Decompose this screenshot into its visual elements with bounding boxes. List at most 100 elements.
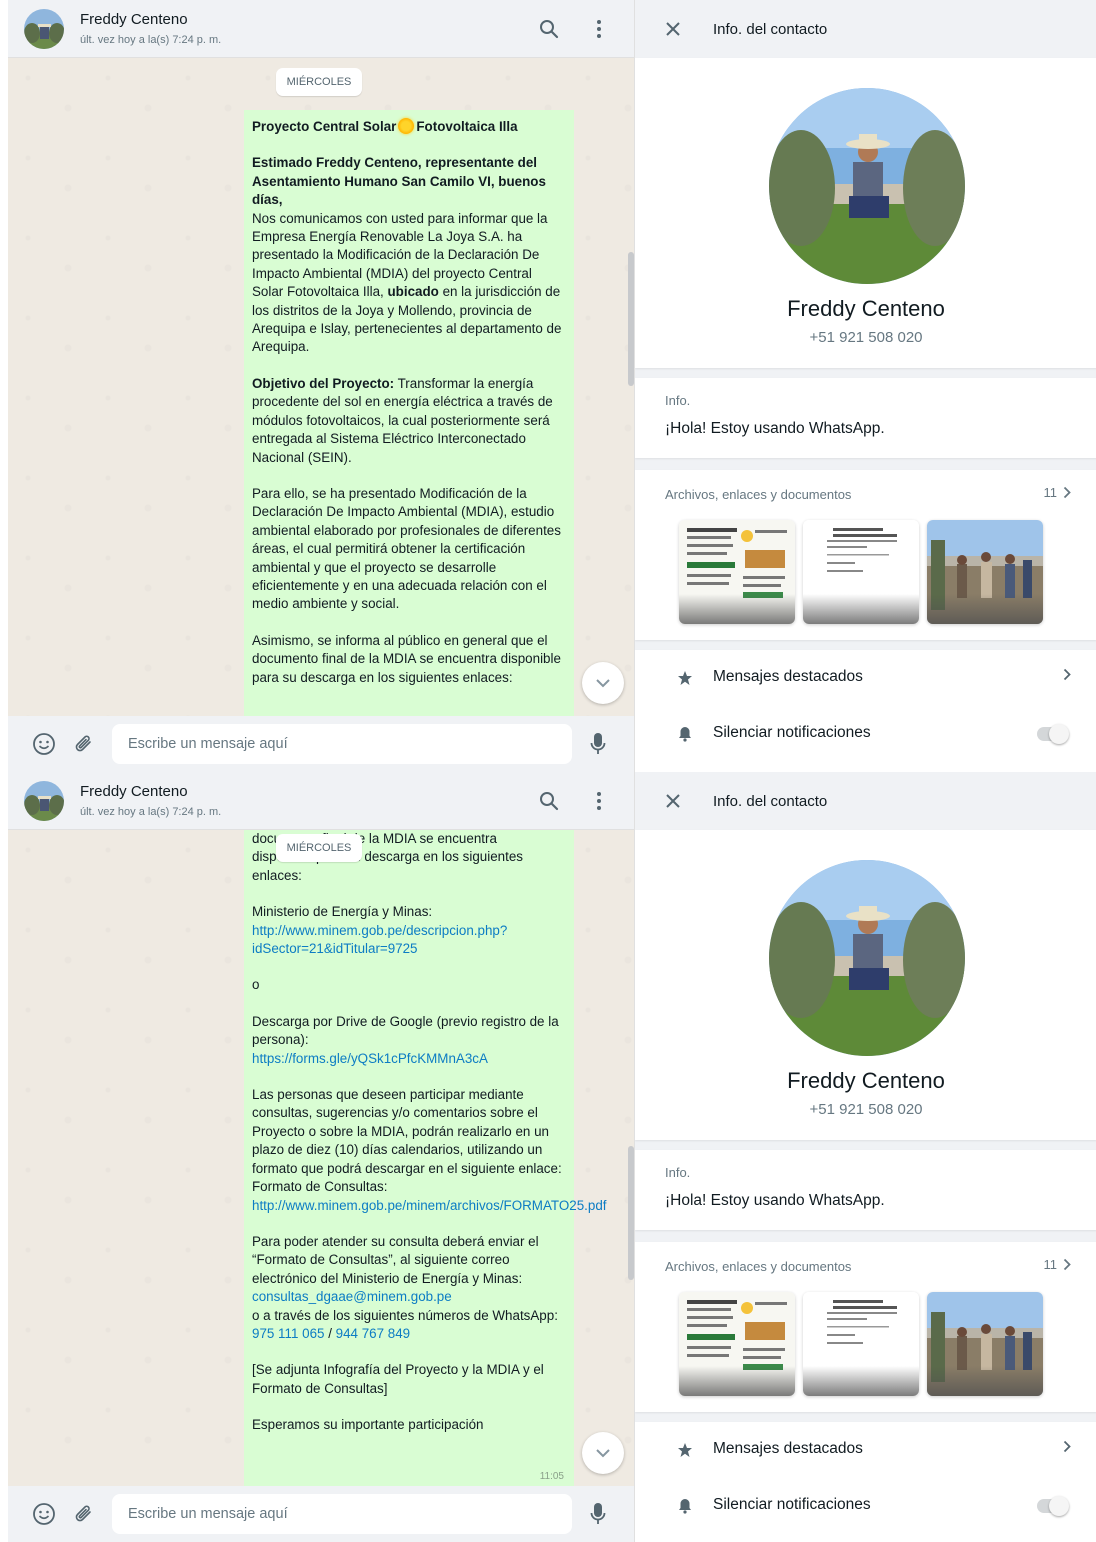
scrollbar[interactable] [628,1146,634,1280]
options-card: Mensajes destacados Silenciar notificaci… [635,650,1096,772]
search-icon[interactable] [536,788,562,814]
bell-icon [675,724,695,744]
message-paragraph-public: Asimismo, se informa al público en gener… [252,632,561,685]
starred-messages-row[interactable]: Mensajes destacados [635,650,1096,706]
attachment-note: [Se adjunta Infografía del Proyecto y la… [252,1362,544,1396]
emoji-icon[interactable] [30,730,58,758]
contact-info-panel: Info. del contacto Freddy Centeno +51 92… [634,0,1096,772]
star-icon [675,1440,695,1460]
phone-link-2[interactable]: 944 767 849 [336,1326,410,1341]
mute-notifications-row[interactable]: Silenciar notificaciones [635,706,1096,762]
about-text: ¡Hola! Estoy usando WhatsApp. [665,420,885,437]
mic-icon[interactable] [584,1500,612,1528]
media-thumbnail[interactable] [803,1292,919,1396]
media-thumbnail[interactable] [803,520,919,624]
mute-toggle[interactable] [1037,724,1069,744]
mute-notifications-row[interactable]: Silenciar notificaciones [635,1478,1096,1534]
contact-info-header: Info. del contacto [635,772,1096,830]
phone-separator: / [324,1325,336,1341]
email-link[interactable]: consultas_dgaae@minem.gob.pe [252,1289,452,1304]
drive-label: Descarga por Drive de Google (previo reg… [252,1013,559,1048]
message-composer [8,716,634,772]
attach-icon[interactable] [70,730,98,758]
menu-icon[interactable] [586,16,612,42]
whatsapp-window-top: Freddy Centeno últ. vez hoy a la(s) 7:24… [0,0,1096,772]
close-icon[interactable] [661,789,685,813]
message-input[interactable] [112,1494,572,1534]
media-count-link[interactable]: 11 [1044,1257,1072,1272]
about-label: Info. [665,393,691,408]
search-icon[interactable] [536,16,562,42]
scroll-down-button[interactable] [582,1432,624,1474]
chevron-right-icon [1063,486,1071,499]
chat-messages[interactable]: MIÉRCOLES documento final de la MDIA se … [8,830,634,1486]
format-link[interactable]: http://www.minem.gob.pe/minem/archivos/F… [252,1198,606,1213]
profile-name: Freddy Centeno [787,296,945,321]
media-count-link[interactable]: 11 [1044,485,1072,500]
mic-icon[interactable] [584,730,612,758]
media-thumbnail[interactable] [927,1292,1043,1396]
profile-phone: +51 921 508 020 [809,1101,923,1118]
chat-header[interactable]: Freddy Centeno últ. vez hoy a la(s) 7:24… [8,0,634,58]
attach-icon[interactable] [70,1500,98,1528]
message-paragraph-mdia: Para ello, se ha presentado Modificación… [252,485,561,612]
media-label[interactable]: Archivos, enlaces y documentos [665,1259,851,1274]
profile-phone: +51 921 508 020 [809,329,923,346]
message-intro-bold: ubicado [387,284,439,300]
starred-messages-row[interactable]: Mensajes destacados [635,1422,1096,1478]
scrollbar[interactable] [628,252,634,386]
message-or: o [252,977,260,993]
emoji-icon[interactable] [30,1500,58,1528]
message-time: 11:05 [539,1470,564,1482]
message-bubble[interactable]: Proyecto Central Solar Fotovoltaica Illa … [244,110,574,716]
media-thumbnail[interactable] [679,520,795,624]
message-objective-label: Objetivo del Proyecto: [252,375,395,391]
contact-info-title: Info. del contacto [713,793,828,810]
media-thumbnail[interactable] [679,1292,795,1396]
about-card: Info. ¡Hola! Estoy usando WhatsApp. [635,378,1096,458]
message-composer [8,1486,634,1542]
chat-contact-name[interactable]: Freddy Centeno [80,783,188,800]
chevron-right-icon [1063,1258,1071,1271]
mute-notifications-label: Silenciar notificaciones [713,1496,871,1513]
attend-text: Para poder atender su consulta deberá en… [252,1233,539,1286]
drive-link[interactable]: https://forms.gle/yQSk1cPfcKMMnA3cA [252,1051,488,1066]
menu-icon[interactable] [586,788,612,814]
about-card: Info. ¡Hola! Estoy usando WhatsApp. [635,1150,1096,1230]
date-chip: MIÉRCOLES [276,834,362,862]
contact-info-title: Info. del contacto [713,21,828,38]
contact-info-panel: Info. del contacto Freddy Centeno +51 92… [634,772,1096,1542]
message-input[interactable] [112,724,572,764]
chevron-down-icon [596,1449,610,1458]
profile-photo[interactable] [769,860,965,1056]
avatar[interactable] [24,9,64,49]
avatar[interactable] [24,781,64,821]
message-bubble[interactable]: documento final de la MDIA se encuentra … [244,830,606,1486]
chat-contact-name[interactable]: Freddy Centeno [80,11,188,28]
bell-icon [675,1496,695,1516]
media-card: Archivos, enlaces y documentos 11 [635,1242,1096,1412]
chat-messages[interactable]: MIÉRCOLES Proyecto Central Solar Fotovolt… [8,58,634,716]
media-label[interactable]: Archivos, enlaces y documentos [665,487,851,502]
chat-header[interactable]: Freddy Centeno últ. vez hoy a la(s) 7:24… [8,772,634,830]
media-thumbnail[interactable] [927,520,1043,624]
about-label: Info. [665,1165,691,1180]
profile-card: Freddy Centeno +51 921 508 020 [635,830,1096,1140]
format-label: Formato de Consultas: [252,1179,388,1195]
about-text: ¡Hola! Estoy usando WhatsApp. [665,1192,885,1209]
media-count: 11 [1043,1257,1058,1272]
scroll-down-button[interactable] [582,662,624,704]
media-count: 11 [1043,485,1058,500]
minem-link[interactable]: http://www.minem.gob.pe/descripcion.php?… [252,923,507,956]
chat-last-seen: últ. vez hoy a la(s) 7:24 p. m. [80,34,222,46]
close-icon[interactable] [661,17,685,41]
profile-photo[interactable] [769,88,965,284]
phone-link-1[interactable]: 975 111 065 [252,1326,324,1341]
mute-toggle[interactable] [1037,1496,1069,1516]
contact-info-header: Info. del contacto [635,0,1096,58]
star-icon [675,668,695,688]
chevron-down-icon [596,679,610,688]
closing-text: Esperamos su importante participación [252,1417,484,1433]
whatsapp-text: o a través de los siguientes números de … [252,1307,558,1323]
profile-card: Freddy Centeno +51 921 508 020 [635,58,1096,368]
